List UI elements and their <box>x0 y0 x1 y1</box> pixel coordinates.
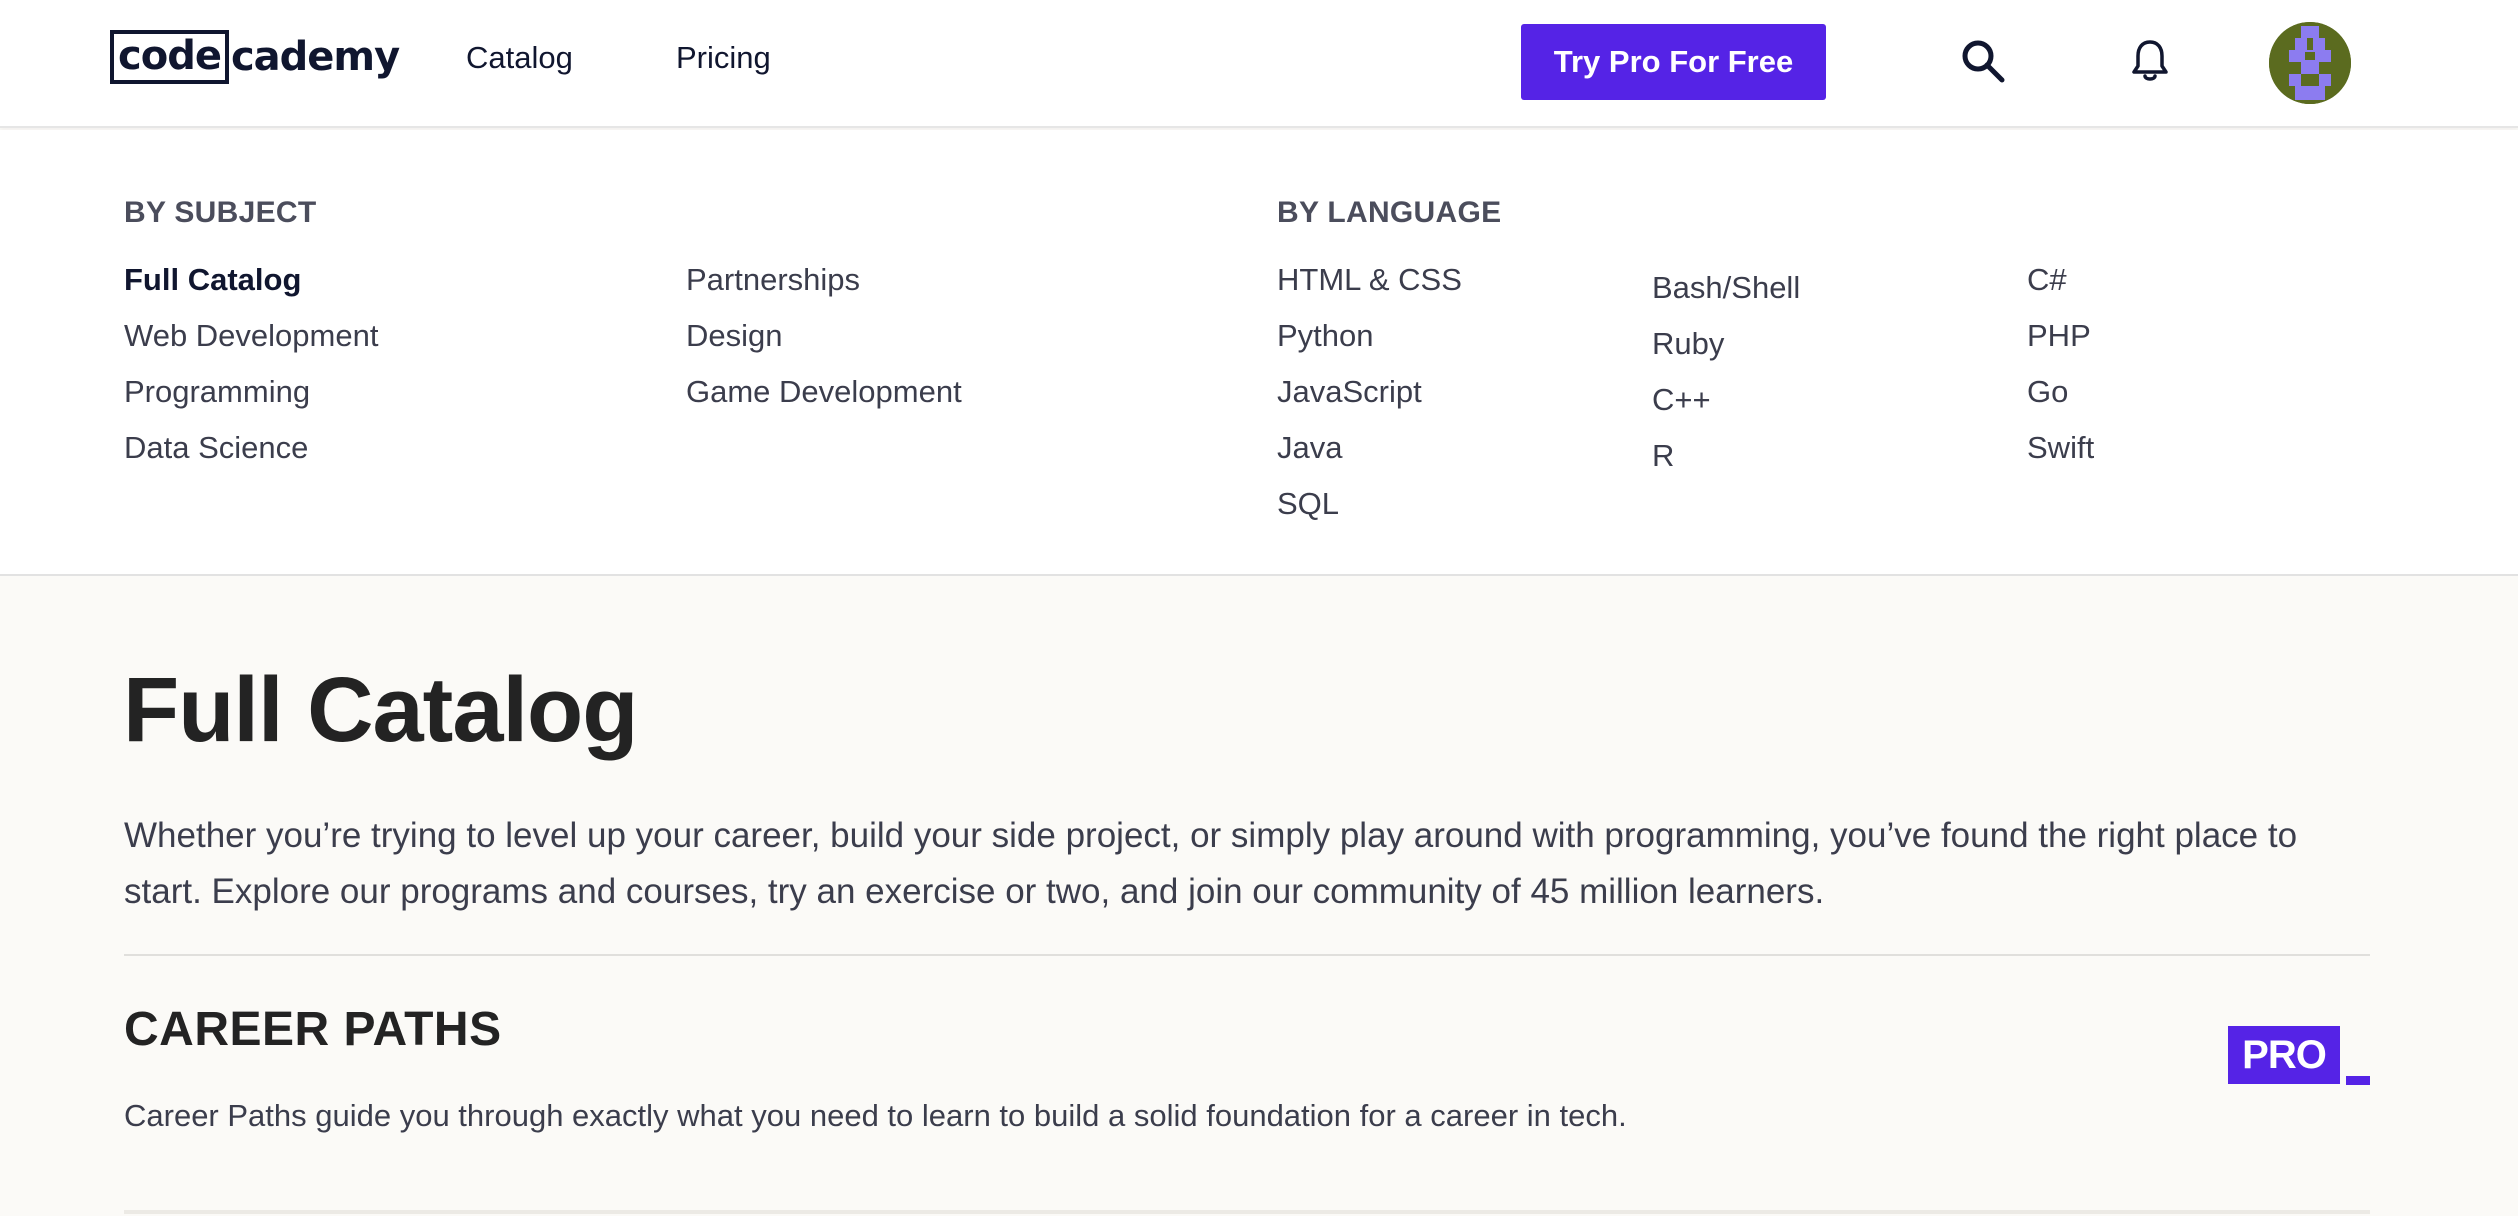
menu-item-partnerships[interactable]: Partnerships <box>686 252 962 308</box>
section-divider <box>124 954 2370 956</box>
menu-item-javascript[interactable]: JavaScript <box>1277 364 1462 420</box>
bell-icon[interactable] <box>2130 38 2170 84</box>
catalog-intro-text: Whether you’re trying to level up your c… <box>124 816 2298 911</box>
language-column-1: HTML & CSS Python JavaScript Java SQL <box>1277 252 1462 532</box>
section-bottom-divider <box>124 1210 2370 1214</box>
language-column-3: C# PHP Go Swift <box>2027 252 2094 476</box>
menu-item-csharp[interactable]: C# <box>2027 252 2094 308</box>
career-paths-heading: CAREER PATHS <box>124 1003 502 1056</box>
career-paths-description: Career Paths guide you through exactly w… <box>124 1098 1627 1133</box>
pro-badge-cursor-icon <box>2346 1076 2370 1085</box>
menu-item-data-science[interactable]: Data Science <box>124 420 378 476</box>
top-navigation-bar: code cademy Catalog Pricing Try Pro For F… <box>0 0 2518 128</box>
codecademy-logo[interactable]: code cademy <box>110 29 400 85</box>
menu-item-r[interactable]: R <box>1652 428 1800 484</box>
logo-text: cademy <box>230 34 400 80</box>
pro-badge: PRO <box>2228 1026 2370 1088</box>
menu-item-programming[interactable]: Programming <box>124 364 378 420</box>
try-pro-button[interactable]: Try Pro For Free <box>1521 24 1826 100</box>
pro-badge-label: PRO <box>2228 1026 2340 1084</box>
menu-item-php[interactable]: PHP <box>2027 308 2094 364</box>
menu-item-go[interactable]: Go <box>2027 364 2094 420</box>
menu-item-cpp[interactable]: C++ <box>1652 372 1800 428</box>
by-subject-heading: BY SUBJECT <box>124 196 317 229</box>
nav-catalog-link[interactable]: Catalog <box>466 40 573 76</box>
subject-column-2: Partnerships Design Game Development <box>686 252 962 420</box>
avatar-pattern-icon <box>2269 22 2351 104</box>
menu-item-html-css[interactable]: HTML & CSS <box>1277 252 1462 308</box>
menu-item-full-catalog[interactable]: Full Catalog <box>124 252 378 308</box>
page-title: Full Catalog <box>123 659 638 761</box>
menu-item-game-development[interactable]: Game Development <box>686 364 962 420</box>
catalog-main-content: Full Catalog Whether you’re trying to le… <box>0 578 2518 1216</box>
language-column-2: Bash/Shell Ruby C++ R <box>1652 260 1800 484</box>
menu-item-ruby[interactable]: Ruby <box>1652 316 1800 372</box>
by-language-heading: BY LANGUAGE <box>1277 196 1502 229</box>
subject-column-1: Full Catalog Web Development Programming… <box>124 252 378 476</box>
menu-item-python[interactable]: Python <box>1277 308 1462 364</box>
menu-item-bash-shell[interactable]: Bash/Shell <box>1652 260 1800 316</box>
user-avatar[interactable] <box>2269 22 2351 104</box>
nav-pricing-link[interactable]: Pricing <box>676 40 771 76</box>
menu-item-sql[interactable]: SQL <box>1277 476 1462 532</box>
menu-item-design[interactable]: Design <box>686 308 962 364</box>
search-icon[interactable] <box>1960 38 2006 84</box>
catalog-dropdown-menu: BY SUBJECT BY LANGUAGE Full Catalog Web … <box>0 130 2518 576</box>
logo-code-box: code <box>110 30 229 84</box>
menu-item-java[interactable]: Java <box>1277 420 1462 476</box>
menu-item-web-development[interactable]: Web Development <box>124 308 378 364</box>
menu-item-swift[interactable]: Swift <box>2027 420 2094 476</box>
